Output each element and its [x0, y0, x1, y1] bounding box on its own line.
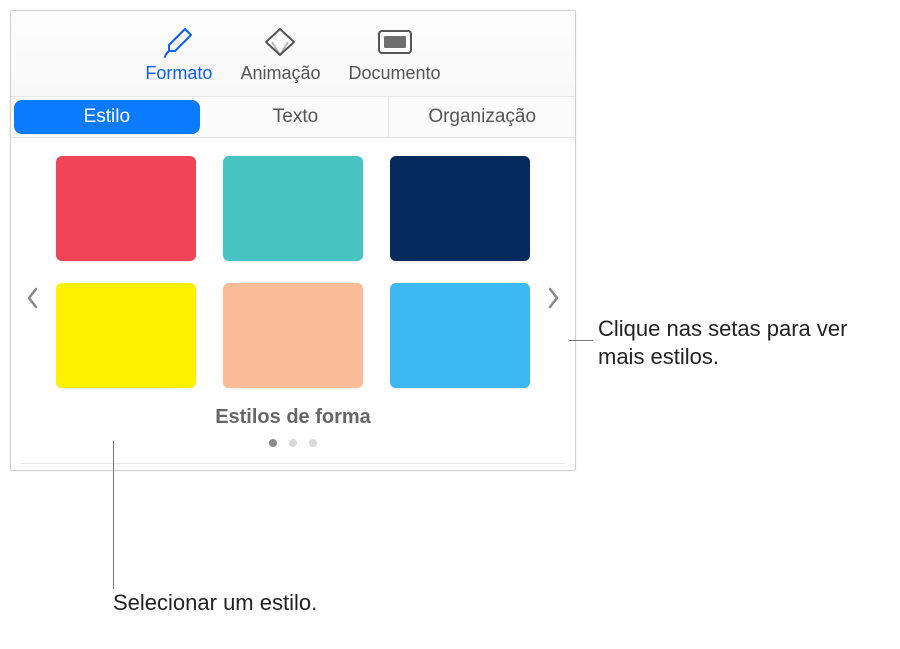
- styles-next-button[interactable]: [539, 285, 569, 317]
- callout-select-style: Selecionar um estilo.: [113, 590, 317, 616]
- style-swatch[interactable]: [223, 283, 363, 388]
- toolbar-document-button[interactable]: Documento: [349, 25, 441, 84]
- tab-text-label: Texto: [273, 106, 318, 127]
- divider: [21, 463, 565, 464]
- inspector-tabs: Estilo Texto Organização: [11, 97, 575, 138]
- style-swatch[interactable]: [56, 283, 196, 388]
- chevron-right-icon: [547, 286, 561, 310]
- chevron-left-icon: [25, 286, 39, 310]
- brush-icon: [161, 25, 197, 59]
- main-toolbar: Formato Animação Documento: [11, 11, 575, 97]
- tab-style[interactable]: Estilo: [14, 100, 200, 134]
- toolbar-animation-label: Animação: [240, 63, 320, 84]
- callout-leader: [113, 441, 114, 589]
- inspector-panel: Formato Animação Documento: [10, 10, 576, 471]
- tab-text[interactable]: Texto: [203, 97, 390, 137]
- style-swatch[interactable]: [390, 283, 530, 388]
- toolbar-format-label: Formato: [145, 63, 212, 84]
- document-icon: [375, 25, 415, 59]
- page-dot[interactable]: [309, 439, 317, 447]
- toolbar-format-button[interactable]: Formato: [145, 25, 212, 84]
- toolbar-animation-button[interactable]: Animação: [240, 25, 320, 84]
- styles-prev-button[interactable]: [17, 285, 47, 317]
- shape-styles-title: Estilos de forma: [53, 406, 533, 429]
- tab-arrange[interactable]: Organização: [389, 97, 575, 137]
- tab-style-label: Estilo: [84, 106, 130, 127]
- page-dot[interactable]: [289, 439, 297, 447]
- style-swatch[interactable]: [390, 156, 530, 261]
- page-indicator: [53, 439, 533, 447]
- callout-arrows: Clique nas setas para ver mais estilos.: [598, 315, 888, 370]
- style-swatch[interactable]: [56, 156, 196, 261]
- toolbar-document-label: Documento: [349, 63, 441, 84]
- diamond-icon: [260, 25, 300, 59]
- style-swatch-grid: [53, 156, 533, 388]
- page-dot[interactable]: [269, 439, 277, 447]
- tab-arrange-label: Organização: [428, 106, 536, 127]
- shape-styles-area: Estilos de forma: [11, 138, 575, 463]
- callout-leader: [569, 340, 593, 341]
- style-swatch[interactable]: [223, 156, 363, 261]
